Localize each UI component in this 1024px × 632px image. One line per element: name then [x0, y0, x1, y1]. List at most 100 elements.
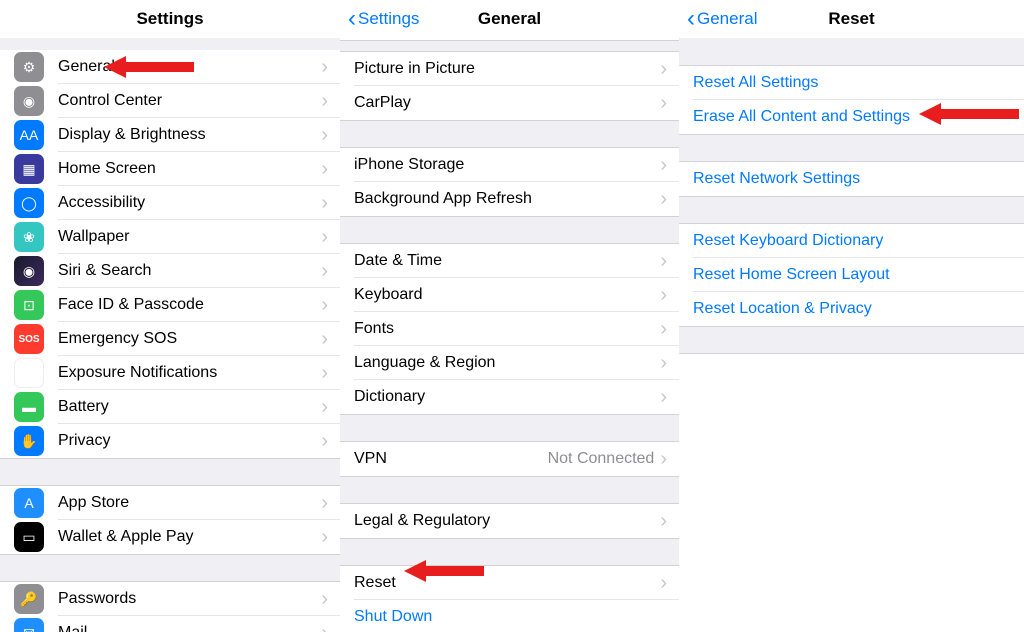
settings-row-passwords[interactable]: 🔑Passwords›	[0, 582, 340, 616]
row-label: Siri & Search	[58, 262, 321, 280]
chevron-right-icon: ›	[321, 158, 328, 181]
row-label: Reset Home Screen Layout	[693, 266, 1024, 284]
general-row-language-region[interactable]: Language & Region›	[340, 346, 679, 380]
privacy-icon: ✋	[14, 426, 44, 456]
accessibility-icon: ◯	[14, 188, 44, 218]
row-label: Mail	[58, 624, 321, 632]
chevron-right-icon: ›	[321, 192, 328, 215]
settings-row-wallpaper[interactable]: ❀Wallpaper›	[0, 220, 340, 254]
settings-row-face-id-passcode[interactable]: ⊡ Face ID & Passcode›	[0, 288, 340, 322]
chevron-right-icon: ›	[660, 352, 667, 375]
row-label: Display & Brightness	[58, 126, 321, 144]
general-pane: ‹ Settings General Picture in Picture›Ca…	[340, 0, 679, 632]
settings-row-privacy[interactable]: ✋Privacy›	[0, 424, 340, 458]
general-row-carplay[interactable]: CarPlay›	[340, 86, 679, 120]
navbar-reset: ‹ General Reset	[679, 0, 1024, 38]
general-row-background-app-refresh[interactable]: Background App Refresh›	[340, 182, 679, 216]
chevron-right-icon: ›	[660, 318, 667, 341]
general-row-iphone-storage[interactable]: iPhone Storage›	[340, 148, 679, 182]
navbar-settings: Settings	[0, 0, 340, 38]
settings-pane: Settings ⚙General›◉Control Center›AADisp…	[0, 0, 340, 632]
row-label: Fonts	[354, 320, 660, 338]
row-label: Reset Keyboard Dictionary	[693, 232, 1024, 250]
settings-row-battery[interactable]: ▬Battery›	[0, 390, 340, 424]
row-label: Shut Down	[354, 608, 679, 626]
siri-icon: ◉	[14, 256, 44, 286]
reset-row-reset-network-settings[interactable]: Reset Network Settings	[679, 162, 1024, 196]
row-label: Picture in Picture	[354, 60, 660, 78]
row-label: Control Center	[58, 92, 321, 110]
row-label: VPN	[354, 450, 548, 468]
row-label: Accessibility	[58, 194, 321, 212]
general-row-dictionary[interactable]: Dictionary›	[340, 380, 679, 414]
reset-row-reset-keyboard-dictionary[interactable]: Reset Keyboard Dictionary	[679, 224, 1024, 258]
chevron-right-icon: ›	[321, 492, 328, 515]
chevron-right-icon: ›	[660, 510, 667, 533]
reset-row-reset-home-screen-layout[interactable]: Reset Home Screen Layout	[679, 258, 1024, 292]
chevron-right-icon: ›	[660, 448, 667, 471]
chevron-right-icon: ›	[321, 90, 328, 113]
back-to-general[interactable]: ‹ General	[687, 7, 757, 31]
chevron-left-icon: ‹	[348, 7, 356, 31]
settings-row-mail[interactable]: ✉Mail›	[0, 616, 340, 632]
general-row-fonts[interactable]: Fonts›	[340, 312, 679, 346]
control-center-icon: ◉	[14, 86, 44, 116]
settings-row-general[interactable]: ⚙General›	[0, 50, 340, 84]
row-label: General	[58, 58, 321, 76]
settings-row-wallet-apple-pay[interactable]: ▭Wallet & Apple Pay›	[0, 520, 340, 554]
row-label: Wallet & Apple Pay	[58, 528, 321, 546]
row-label: Erase All Content and Settings	[693, 108, 1024, 126]
row-label: Dictionary	[354, 388, 660, 406]
general-row-vpn[interactable]: VPNNot Connected›	[340, 442, 679, 476]
chevron-right-icon: ›	[321, 226, 328, 249]
settings-row-display-brightness[interactable]: AADisplay & Brightness›	[0, 118, 340, 152]
page-title: Settings	[136, 9, 203, 29]
row-label: Battery	[58, 398, 321, 416]
mail-icon: ✉	[14, 618, 44, 632]
exposure-icon: ✴	[14, 358, 44, 388]
reset-row-reset-all-settings[interactable]: Reset All Settings	[679, 66, 1024, 100]
row-label: Reset	[354, 574, 660, 592]
row-label: Date & Time	[354, 252, 660, 270]
reset-row-erase-all-content-and-settings[interactable]: Erase All Content and Settings	[679, 100, 1024, 134]
wallet-icon: ▭	[14, 522, 44, 552]
back-to-settings[interactable]: ‹ Settings	[348, 7, 419, 31]
general-row-reset[interactable]: Reset›	[340, 566, 679, 600]
chevron-right-icon: ›	[321, 430, 328, 453]
row-label: Passwords	[58, 590, 321, 608]
chevron-right-icon: ›	[321, 260, 328, 283]
chevron-right-icon: ›	[660, 154, 667, 177]
faceid-icon: ⊡	[14, 290, 44, 320]
general-row-shut-down[interactable]: Shut Down	[340, 600, 679, 632]
appstore-icon: A	[14, 488, 44, 518]
settings-row-app-store[interactable]: A App Store›	[0, 486, 340, 520]
row-label: App Store	[58, 494, 321, 512]
general-row-legal-regulatory[interactable]: Legal & Regulatory›	[340, 504, 679, 538]
page-title: General	[478, 9, 541, 29]
chevron-right-icon: ›	[660, 188, 667, 211]
chevron-right-icon: ›	[660, 386, 667, 409]
settings-row-cutoff[interactable]	[340, 32, 679, 40]
settings-row-control-center[interactable]: ◉ Control Center›	[0, 84, 340, 118]
row-label: iPhone Storage	[354, 156, 660, 174]
gear-icon: ⚙	[14, 52, 44, 82]
row-label: Face ID & Passcode	[58, 296, 321, 314]
row-label: Reset Location & Privacy	[693, 300, 1024, 318]
reset-row-reset-location-privacy[interactable]: Reset Location & Privacy	[679, 292, 1024, 326]
general-row-keyboard[interactable]: Keyboard›	[340, 278, 679, 312]
chevron-right-icon: ›	[321, 294, 328, 317]
settings-row-exposure-notifications[interactable]: ✴Exposure Notifications›	[0, 356, 340, 390]
general-row-picture-in-picture[interactable]: Picture in Picture›	[340, 52, 679, 86]
row-label: Background App Refresh	[354, 190, 660, 208]
row-label: Emergency SOS	[58, 330, 321, 348]
row-label: CarPlay	[354, 94, 660, 112]
settings-row-home-screen[interactable]: ▦Home Screen›	[0, 152, 340, 186]
settings-row-emergency-sos[interactable]: SOSEmergency SOS›	[0, 322, 340, 356]
settings-row-accessibility[interactable]: ◯ Accessibility›	[0, 186, 340, 220]
row-label: Reset All Settings	[693, 74, 1024, 92]
settings-row-siri-search[interactable]: ◉ Siri & Search›	[0, 254, 340, 288]
row-label: Reset Network Settings	[693, 170, 1024, 188]
row-label: Exposure Notifications	[58, 364, 321, 382]
row-label: Keyboard	[354, 286, 660, 304]
general-row-date-time[interactable]: Date & Time›	[340, 244, 679, 278]
